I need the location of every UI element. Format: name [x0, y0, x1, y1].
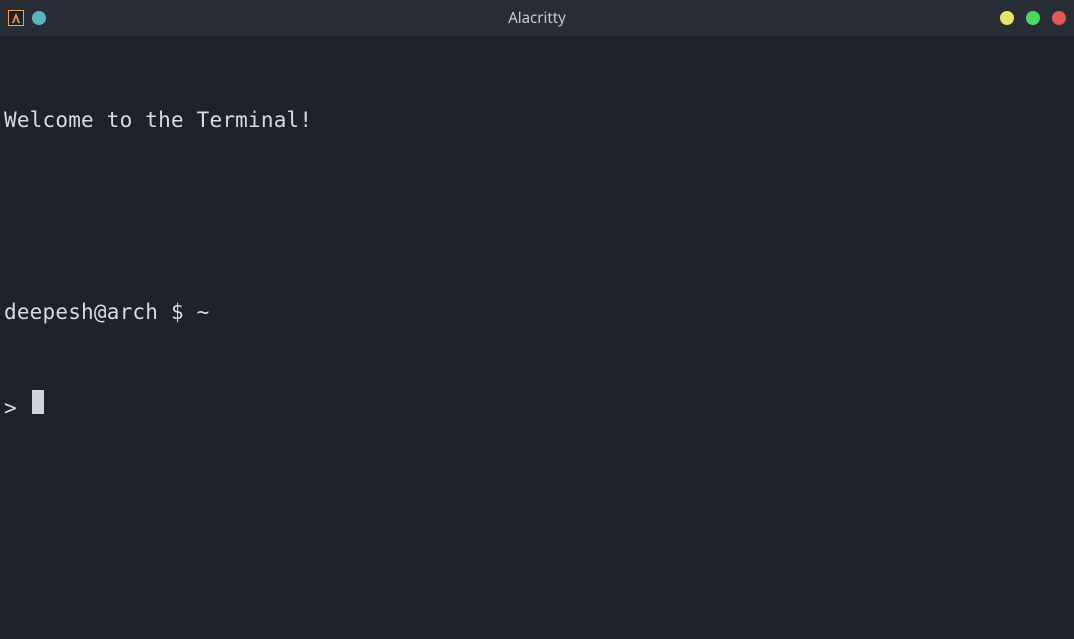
titlebar-left: [8, 10, 46, 26]
prompt-user: deepesh: [4, 296, 94, 328]
status-dot-icon: [32, 11, 46, 25]
titlebar: Alacritty: [0, 0, 1074, 36]
terminal-body[interactable]: Welcome to the Terminal! deepesh@arch $ …: [0, 36, 1074, 460]
cursor-block-icon: [32, 390, 44, 414]
prompt-at: @: [94, 296, 107, 328]
window-title: Alacritty: [508, 8, 566, 28]
prompt-path: ~: [197, 296, 210, 328]
close-button[interactable]: [1052, 11, 1066, 25]
prompt-host: arch: [107, 296, 158, 328]
secondary-prompt: >: [4, 392, 30, 424]
window-controls: [1000, 11, 1066, 25]
blank-line: [4, 200, 1070, 232]
alacritty-app-icon: [8, 10, 24, 26]
maximize-button[interactable]: [1026, 11, 1040, 25]
secondary-prompt-line: >: [4, 392, 1070, 424]
primary-prompt-line: deepesh@arch $ ~: [4, 296, 1070, 328]
welcome-line: Welcome to the Terminal!: [4, 104, 1070, 136]
minimize-button[interactable]: [1000, 11, 1014, 25]
prompt-dollar: $: [158, 296, 197, 328]
